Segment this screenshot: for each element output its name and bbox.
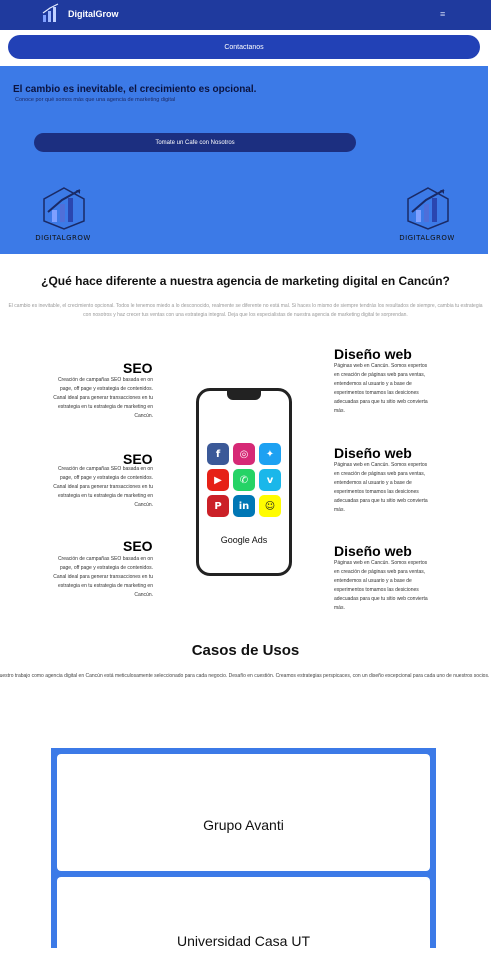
cases-heading: Casos de Usos xyxy=(191,642,300,659)
service-description: Páginas web en Cancún. Somos expertos en… xyxy=(334,363,428,414)
intro-paragraph: El cambio es inevitable, el crecimiento … xyxy=(8,303,483,318)
cases-paragraph: Nuestro trabajo como agencia digital en … xyxy=(0,673,490,679)
top-navbar: DigitalGrow ≡ xyxy=(0,0,491,30)
pinterest-icon[interactable]: P xyxy=(207,495,229,517)
case-card[interactable]: Grupo Avanti xyxy=(57,754,430,871)
service-description: Páginas web en Cancún. Somos expertos en… xyxy=(334,560,428,611)
linkedin-icon[interactable]: in xyxy=(233,495,255,517)
phone-label: Google Ads xyxy=(220,535,268,545)
hamburger-menu-icon[interactable]: ≡ xyxy=(440,9,450,19)
facebook-icon[interactable]: f xyxy=(207,443,229,465)
service-description: Creación de campañas SEO basada en on pa… xyxy=(53,556,153,598)
intro-heading: ¿Qué hace diferente a nuestra agencia de… xyxy=(41,274,450,288)
growth-chart-icon xyxy=(407,187,449,230)
hero-logo-text: DIGITALGROW xyxy=(399,234,455,242)
phone-notch xyxy=(227,390,261,400)
growth-chart-icon xyxy=(43,187,85,230)
youtube-icon[interactable]: ▶ xyxy=(207,469,229,491)
service-title: Diseño web xyxy=(334,346,412,362)
twitter-icon[interactable]: ✦ xyxy=(259,443,281,465)
service-title: Diseño web xyxy=(334,445,412,461)
service-title: Diseño web xyxy=(334,543,412,559)
coffee-cta-button[interactable]: Tomate un Cafe con Nosotros xyxy=(34,133,356,152)
hero-logo-text: DIGITALGROW xyxy=(35,234,91,242)
service-description: Creación de campañas SEO basada en on pa… xyxy=(53,466,153,508)
vimeo-icon[interactable]: v xyxy=(259,469,281,491)
case-name: Grupo Avanti xyxy=(203,817,284,833)
hero-logo-left: DIGITALGROW xyxy=(28,186,98,246)
brand-name[interactable]: DigitalGrow xyxy=(68,9,119,19)
hero-banner: El cambio es inevitable, el crecimiento … xyxy=(0,66,488,254)
hero-title: El cambio es inevitable, el crecimiento … xyxy=(13,84,257,95)
service-title: SEO xyxy=(123,538,153,554)
contact-button[interactable]: Contactanos xyxy=(8,35,480,59)
brand-logo-icon[interactable] xyxy=(42,3,60,23)
case-card[interactable]: Universidad Casa UT xyxy=(57,877,430,977)
social-app-grid: f ◎ ✦ ▶ ✆ v Pin ☺ xyxy=(207,443,283,517)
whatsapp-icon[interactable]: ✆ xyxy=(233,469,255,491)
hero-logo-right: DIGITALGROW xyxy=(392,186,462,246)
service-title: SEO xyxy=(123,360,153,376)
case-name: Universidad Casa UT xyxy=(176,933,311,949)
service-description: Páginas web en Cancún. Somos expertos en… xyxy=(334,462,428,513)
instagram-icon[interactable]: ◎ xyxy=(233,443,255,465)
hero-subtitle: Conoce por qué somos más que una agencia… xyxy=(15,97,176,103)
phone-mockup: f ◎ ✦ ▶ ✆ v Pin ☺ Google Ads xyxy=(196,388,292,576)
service-description: Creación de campañas SEO basada en on pa… xyxy=(53,377,153,419)
snapchat-icon[interactable]: ☺ xyxy=(259,495,281,517)
cases-carousel: Grupo Avanti Universidad Casa UT xyxy=(51,748,436,977)
